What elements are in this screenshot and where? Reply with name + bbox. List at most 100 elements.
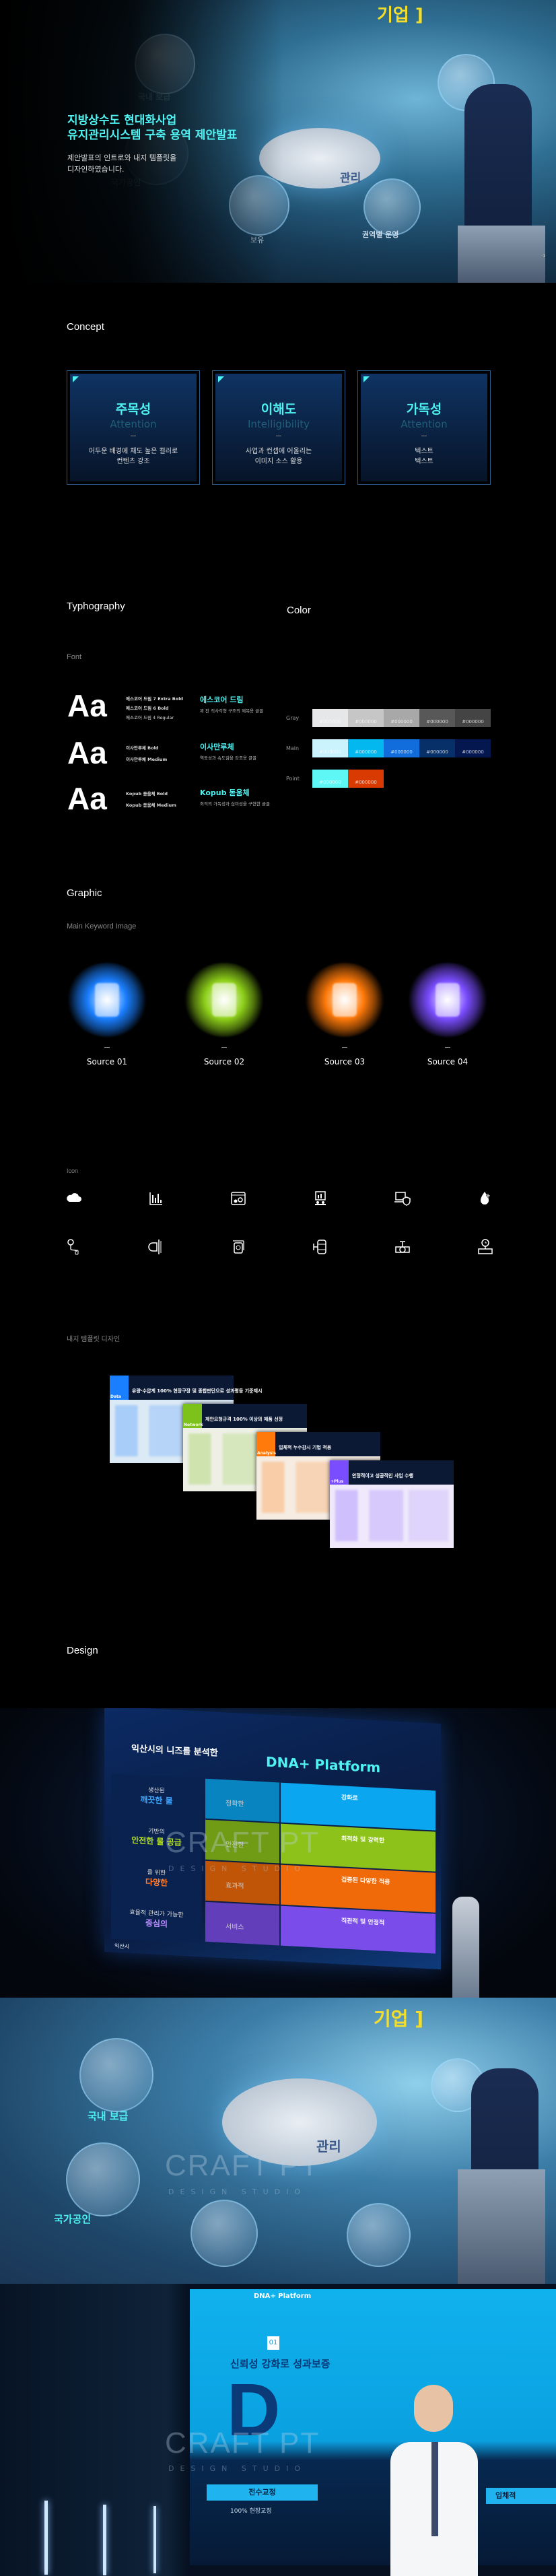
hero-banner-text: 기업 ]	[377, 5, 423, 26]
card-title: 주목성	[115, 402, 151, 417]
card-desc-line: 사업과 컨셉에 어울리는	[245, 448, 312, 455]
presenter-figure	[380, 2385, 488, 2576]
font-weight-name: Kopub 돋움체 Medium	[126, 803, 176, 808]
corner-mark	[363, 376, 370, 382]
stage-light	[44, 2501, 48, 2575]
color-code: #000000	[390, 719, 413, 724]
keyword-image	[304, 963, 385, 1037]
slide-number-badge: 01	[267, 2336, 279, 2350]
browser-settings-icon	[230, 1190, 247, 1207]
font-desc: 꽉 찬 직사각형 구조의 제목용 글꼴	[200, 708, 264, 714]
color-row-label: Point	[286, 776, 300, 782]
platform-row-label: 검증된 다양한 적용	[341, 1876, 390, 1887]
source-label: Source 02	[203, 1057, 245, 1066]
concept-card: 가독성 Attention 텍스트 텍스트	[357, 370, 491, 485]
color-swatch: #000000	[384, 739, 419, 757]
font-info: 이사만루체 역동성과 속도감을 강조용 글꼴	[200, 741, 256, 761]
mid-item-label: 효과적	[225, 1882, 244, 1891]
icon-label: Icon	[67, 1167, 79, 1174]
font-sample: Aa	[67, 688, 107, 723]
bubble-label: 국내 보급	[88, 2110, 129, 2122]
concept-card: 이해도 Intelligibility 사업과 컨셉에 어울리는 이미지 소스 활…	[212, 370, 345, 485]
left-item: 생산된 깨끗한 물	[111, 1783, 202, 1808]
slide-thumbnail: +Plus	[330, 1460, 349, 1485]
card-title: 가독성	[406, 402, 442, 417]
color-code: #000000	[319, 719, 341, 724]
platform-row-label: 최적화 및 강력한	[341, 1835, 385, 1845]
hero-title-line: 유지관리시스템 구축 용역 제안발표	[67, 129, 238, 142]
keyword-image	[184, 963, 265, 1037]
slide-title: 입체적 누수감시 기법 적용	[279, 1445, 332, 1450]
hero-bubble	[363, 178, 421, 236]
divider	[221, 1047, 227, 1048]
slide-box: 전수교정	[207, 2484, 318, 2501]
divider	[104, 1047, 110, 1048]
corner-mark	[73, 376, 79, 382]
slide-thumbnail: Network	[183, 1404, 203, 1428]
water-drop-plus-icon	[477, 1190, 494, 1207]
color-swatch: #000000	[348, 770, 384, 788]
font-weight-name: 에스코어 드림 4 Regular	[126, 715, 174, 720]
platform-row-label: 직관적 및 안정적	[341, 1918, 385, 1927]
design-title: Design	[67, 1645, 98, 1656]
page-number: 1	[543, 253, 546, 259]
design-photo-2: 기업 ] 국내 보급 국가공인 관리 CRAFT PT DESIGN STUDI…	[0, 1998, 556, 2284]
color-code: #000000	[426, 749, 448, 755]
mid-item: 정확한	[205, 1778, 279, 1823]
platform-row: 직관적 및 안정적	[281, 1905, 436, 1954]
slide-right-box: 입체적	[486, 2488, 556, 2504]
color-row-label: Main	[286, 745, 300, 751]
disc-label: 관리	[316, 2138, 341, 2155]
color-code: #000000	[319, 780, 341, 785]
divider	[445, 1047, 450, 1048]
card-desc-line: 텍스트	[415, 458, 433, 465]
color-swatch: #000000	[419, 709, 455, 727]
color-swatch: #000000	[455, 709, 491, 727]
font-weight-name: 에스코어 드림 6 Bold	[126, 706, 169, 711]
watermark-sub: DESIGN STUDIO	[168, 2464, 307, 2473]
cloud-icon	[65, 1190, 83, 1207]
pipe-gauge-icon	[477, 1238, 494, 1256]
color-swatch: #000000	[419, 739, 455, 757]
slide-headline: 익산시의 니즈를 분석한	[131, 1743, 218, 1759]
valve-icon	[394, 1238, 411, 1256]
card-desc-line: 어두운 배경에 채도 높은 컬러로	[88, 448, 178, 455]
concept-title: Concept	[67, 321, 104, 333]
slide-tag: Analysis	[257, 1451, 277, 1456]
card-title: 이해도	[260, 402, 297, 417]
color-swatch: #000000	[312, 770, 348, 788]
color-swatch: #000000	[348, 709, 384, 727]
color-swatch: #000000	[312, 709, 348, 727]
color-row: #000000 #000000 #000000 #000000 #000000	[312, 739, 491, 757]
typography-title: Typhography	[67, 601, 125, 612]
keyword-image	[67, 963, 147, 1037]
font-weights: 에스코어 드림 7 Extra Bold 에스코어 드림 6 Bold 에스코어 드…	[126, 694, 183, 722]
divider	[342, 1047, 347, 1048]
design-photo-1: 익산시의 니즈를 분석한 DNA+ Platform 생산된 깨끗한 물 기반의 안전…	[0, 1708, 556, 1998]
slide-box-desc: 100% 현장교정	[230, 2508, 272, 2515]
chlorinator-icon	[230, 1238, 247, 1256]
font-weight-name: Kopub 돋움체 Bold	[126, 791, 168, 796]
podium	[458, 226, 545, 283]
podium	[458, 2169, 545, 2284]
bubble	[66, 2142, 140, 2216]
color-swatch: #000000	[312, 739, 348, 757]
font-name: Kopub 돋움체	[200, 788, 250, 797]
slide-thumbnail: Analysis	[256, 1432, 277, 1456]
pressure-sensor-icon	[65, 1238, 83, 1256]
card-desc-line: 이미지 소스 활용	[254, 458, 303, 465]
keyword-image-label: Main Keyword Image	[67, 922, 137, 930]
source-label: Source 03	[324, 1057, 366, 1066]
slide-title: 안정적이고 성공적인 사업 수행	[352, 1473, 414, 1479]
slide-title: 유량·수압계 100% 현장구장 및 종합판단으로 성과평등 기준제시	[132, 1388, 263, 1394]
disc-label: 관리	[340, 172, 361, 185]
font-info: 에스코어 드림 꽉 찬 직사각형 구조의 제목용 글꼴	[200, 694, 263, 714]
flow-meter-icon	[147, 1238, 165, 1256]
template-label: 내지 템플릿 디자인	[67, 1336, 120, 1343]
card-english: Attention	[110, 418, 157, 430]
font-weights: 이사만루체 Bold 이사만루체 Medium	[126, 743, 167, 766]
font-weight-name: 에스코어 드림 7 Extra Bold	[126, 696, 184, 702]
card-desc-line: 텍스트	[415, 448, 433, 455]
color-code: #000000	[355, 719, 377, 724]
watermark-sub: DESIGN STUDIO	[168, 1864, 307, 1873]
